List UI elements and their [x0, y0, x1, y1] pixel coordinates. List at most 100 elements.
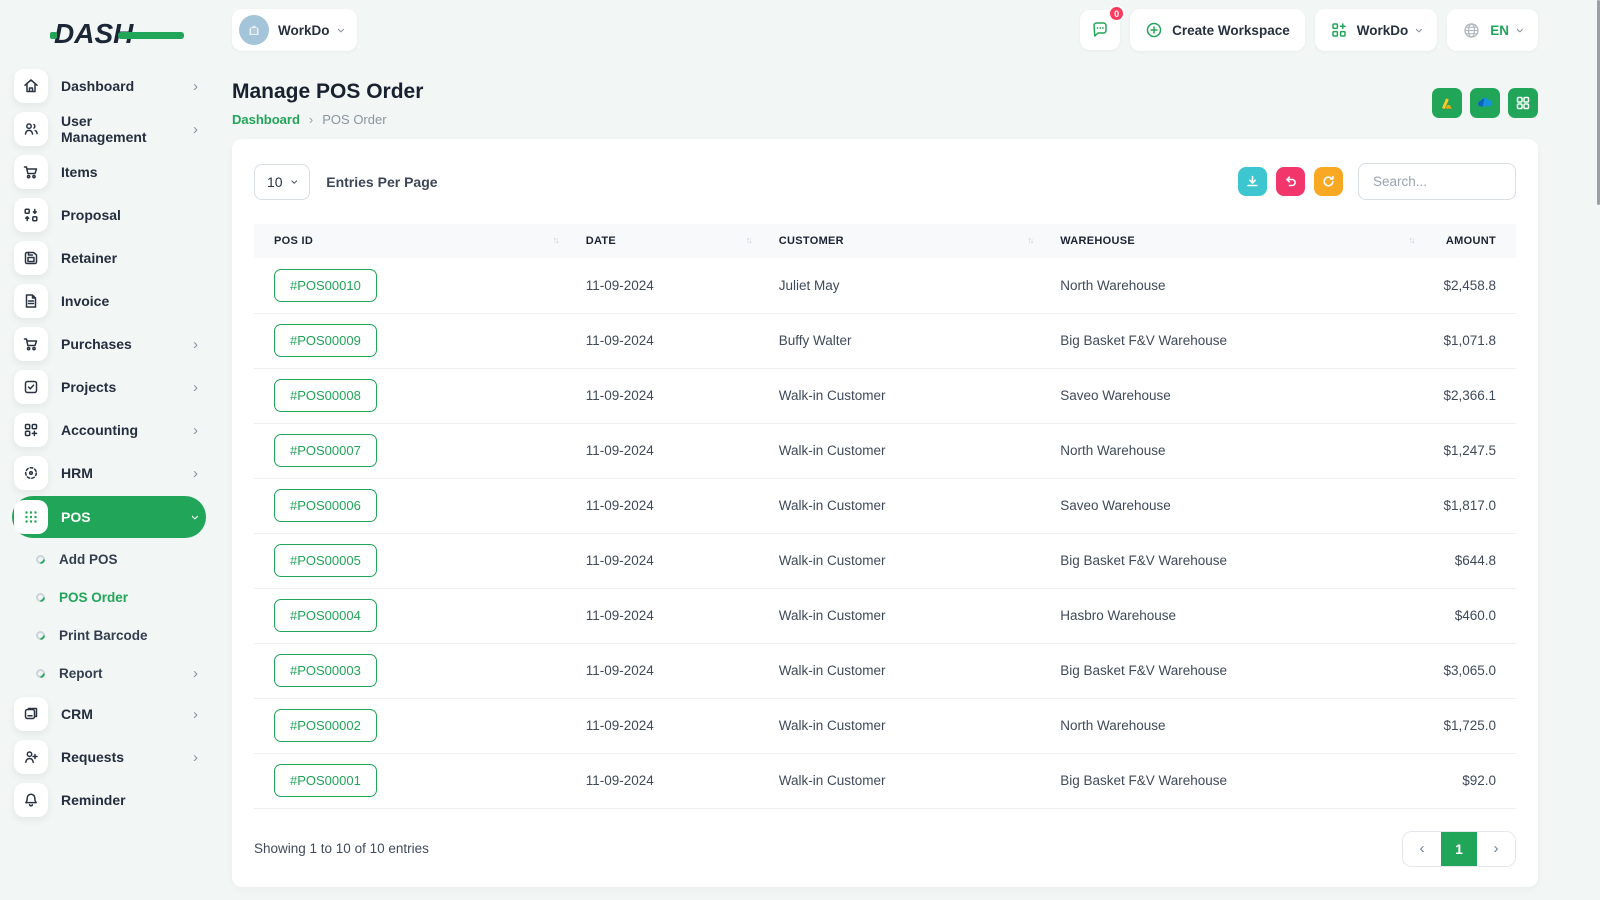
- chevron-right-icon: [193, 750, 198, 765]
- pos-id-badge[interactable]: #POS00004: [274, 599, 377, 632]
- sidebar-item-accounting[interactable]: Accounting: [12, 410, 206, 450]
- amount-cell: $1,247.5: [1421, 422, 1516, 478]
- date-cell: 11-09-2024: [565, 642, 759, 698]
- date-cell: 11-09-2024: [565, 477, 759, 533]
- breadcrumb-current: POS Order: [322, 112, 387, 127]
- app-menu-dropdown[interactable]: WorkDo: [1314, 9, 1438, 51]
- sidebar-item-invoice[interactable]: Invoice: [12, 281, 206, 321]
- brand-logo[interactable]: DASH: [50, 18, 184, 50]
- pos-id-badge[interactable]: #POS00003: [274, 654, 377, 687]
- amount-cell: $644.8: [1421, 532, 1516, 588]
- google-drive-button[interactable]: [1432, 88, 1462, 118]
- onedrive-button[interactable]: [1470, 88, 1500, 118]
- header-actions: [1432, 88, 1538, 118]
- sidebar-item-proposal[interactable]: Proposal: [12, 195, 206, 235]
- topbar-right: 0 Create Workspace WorkDo EN: [1080, 5, 1538, 51]
- bullet-icon: [34, 666, 47, 680]
- header-amount[interactable]: AMOUNT: [1421, 224, 1516, 258]
- warehouse-cell: Saveo Warehouse: [1040, 367, 1422, 423]
- sidebar-item-projects[interactable]: Projects: [12, 367, 206, 407]
- logo-green-dot: [50, 32, 57, 39]
- header-warehouse[interactable]: WAREHOUSE: [1040, 224, 1422, 258]
- chevron-right-icon: [193, 79, 198, 94]
- pos-id-badge[interactable]: #POS00007: [274, 434, 377, 467]
- create-workspace-button[interactable]: Create Workspace: [1130, 9, 1305, 51]
- amount-cell: $1,817.0: [1421, 477, 1516, 533]
- messages-button[interactable]: 0: [1080, 5, 1126, 50]
- pos-id-badge[interactable]: #POS00001: [274, 764, 377, 797]
- sidebar-item-dashboard[interactable]: Dashboard: [12, 66, 206, 106]
- grid-view-button[interactable]: [1508, 88, 1538, 118]
- amount-cell: $460.0: [1421, 587, 1516, 643]
- table-row: #POS00004 11-09-2024 Walk-in Customer Ha…: [254, 587, 1516, 643]
- table-row: #POS00009 11-09-2024 Buffy Walter Big Ba…: [254, 312, 1516, 368]
- download-icon: [1247, 175, 1258, 187]
- sidebar-subitem-report[interactable]: Report: [12, 655, 206, 691]
- sort-icon: [746, 235, 751, 245]
- chevron-down-icon: [334, 28, 349, 33]
- grid-plus-icon: [1331, 23, 1346, 37]
- warehouse-cell: Big Basket F&V Warehouse: [1040, 752, 1422, 809]
- sidebar-item-hrm[interactable]: HRM: [12, 453, 206, 493]
- table-row: #POS00010 11-09-2024 Juliet May North Wa…: [254, 258, 1516, 313]
- sidebar-item-pos[interactable]: POS: [12, 496, 206, 538]
- workspace-switcher[interactable]: WorkDo: [232, 9, 357, 51]
- logo-green-bar: [118, 32, 184, 39]
- chevron-right-icon: [193, 122, 198, 137]
- table-row: #POS00008 11-09-2024 Walk-in Customer Sa…: [254, 367, 1516, 423]
- sidebar-item-purchases[interactable]: Purchases: [12, 324, 206, 364]
- warehouse-cell: Hasbro Warehouse: [1040, 587, 1422, 643]
- sidebar-item-user-management[interactable]: User Management: [12, 109, 206, 149]
- breadcrumb-separator-icon: [309, 112, 313, 127]
- breadcrumb-dashboard-link[interactable]: Dashboard: [232, 112, 300, 127]
- pos-id-badge[interactable]: #POS00002: [274, 709, 377, 742]
- table-row: #POS00007 11-09-2024 Walk-in Customer No…: [254, 422, 1516, 478]
- language-selector[interactable]: EN: [1447, 9, 1538, 51]
- page-number-button[interactable]: 1: [1441, 831, 1477, 866]
- reset-button[interactable]: [1276, 167, 1305, 196]
- sidebar-subitem-add-pos[interactable]: Add POS: [12, 541, 206, 577]
- pos-id-badge[interactable]: #POS00009: [274, 324, 377, 357]
- search-input[interactable]: [1358, 163, 1516, 200]
- grid-dots-icon: [14, 500, 48, 534]
- date-cell: 11-09-2024: [565, 367, 759, 423]
- chat-bubble-icon: [1093, 22, 1107, 37]
- warehouse-cell: Big Basket F&V Warehouse: [1040, 532, 1422, 588]
- header-customer[interactable]: CUSTOMER: [758, 224, 1041, 258]
- entries-summary: Showing 1 to 10 of 10 entries: [254, 841, 429, 856]
- sidebar-item-reminder[interactable]: Reminder: [12, 780, 206, 820]
- refresh-button[interactable]: [1314, 167, 1343, 196]
- header-pos-id[interactable]: POS ID: [254, 224, 566, 258]
- entries-per-page-select[interactable]: 10: [254, 163, 311, 200]
- google-drive-icon: [1442, 98, 1452, 109]
- sidebar-subitem-pos-order[interactable]: POS Order: [12, 579, 206, 615]
- export-button[interactable]: [1238, 167, 1267, 196]
- sidebar-item-retainer[interactable]: Retainer: [12, 238, 206, 278]
- pos-order-card: 10 Entries Per Page: [232, 139, 1538, 887]
- sidebar-item-crm[interactable]: CRM: [12, 694, 206, 734]
- customer-cell: Buffy Walter: [758, 312, 1041, 368]
- sidebar-item-items[interactable]: Items: [12, 152, 206, 192]
- circle-plus-icon: [1146, 22, 1162, 38]
- sort-icon: [1027, 235, 1032, 245]
- sidebar-subitem-print-barcode[interactable]: Print Barcode: [12, 617, 206, 653]
- header-date[interactable]: DATE: [565, 224, 759, 258]
- pos-id-badge[interactable]: #POS00005: [274, 544, 377, 577]
- next-page-button[interactable]: [1477, 831, 1515, 866]
- customer-cell: Walk-in Customer: [758, 367, 1041, 423]
- pos-id-badge[interactable]: #POS00006: [274, 489, 377, 522]
- date-cell: 11-09-2024: [565, 422, 759, 478]
- previous-page-button[interactable]: [1403, 831, 1441, 866]
- amount-cell: $92.0: [1421, 752, 1516, 809]
- sidebar-item-requests[interactable]: Requests: [12, 737, 206, 777]
- table-row: #POS00003 11-09-2024 Walk-in Customer Bi…: [254, 642, 1516, 698]
- content-header: Manage POS Order Dashboard POS Order: [232, 80, 1538, 127]
- cart-icon: [14, 155, 48, 189]
- amount-cell: $2,366.1: [1421, 367, 1516, 423]
- refresh-icon: [1323, 175, 1334, 187]
- customer-cell: Walk-in Customer: [758, 532, 1041, 588]
- workspace-avatar: [239, 15, 269, 45]
- pos-id-badge[interactable]: #POS00008: [274, 379, 377, 412]
- pos-id-badge[interactable]: #POS00010: [274, 268, 377, 302]
- cart-icon: [14, 327, 48, 361]
